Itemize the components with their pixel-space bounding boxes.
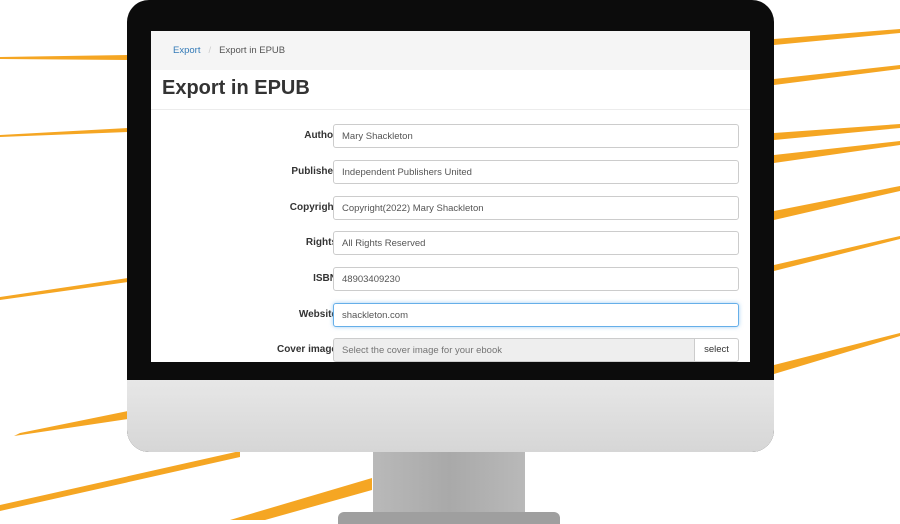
monitor-chin [127, 380, 774, 452]
rights-field[interactable] [333, 231, 739, 255]
website-field[interactable] [333, 303, 739, 327]
isbn-field[interactable] [333, 267, 739, 291]
cover-image-group: select [333, 338, 739, 362]
rights-row: Rights [151, 231, 750, 255]
cover-image-field[interactable] [333, 338, 694, 362]
author-row: Author [151, 124, 750, 148]
page-title: Export in EPUB [162, 77, 310, 99]
breadcrumb-export-link[interactable]: Export [173, 45, 200, 56]
publisher-label: Publisher [291, 166, 337, 177]
website-label: Website [298, 309, 337, 320]
cover-image-label: Cover image [276, 344, 337, 355]
cover-select-button[interactable]: select [694, 338, 739, 362]
publisher-row: Publisher [151, 160, 750, 184]
website-row: Website [151, 303, 750, 327]
title-divider [151, 109, 750, 110]
monitor-stand [373, 448, 525, 520]
breadcrumb-current: Export in EPUB [219, 45, 286, 56]
copyright-row: Copyright [151, 196, 750, 220]
breadcrumb-separator: / [208, 45, 212, 56]
monitor: Export / Export in EPUB Export in EPUB A… [127, 0, 774, 452]
author-field[interactable] [333, 124, 739, 148]
monitor-stand-base [338, 512, 560, 524]
copyright-field[interactable] [333, 196, 739, 220]
screen: Export / Export in EPUB Export in EPUB A… [151, 31, 750, 362]
copyright-label: Copyright [289, 202, 337, 213]
publisher-field[interactable] [333, 160, 739, 184]
cover-image-row: Cover image select [151, 338, 750, 362]
isbn-row: ISBN [151, 267, 750, 291]
breadcrumb: Export / Export in EPUB [151, 31, 750, 70]
